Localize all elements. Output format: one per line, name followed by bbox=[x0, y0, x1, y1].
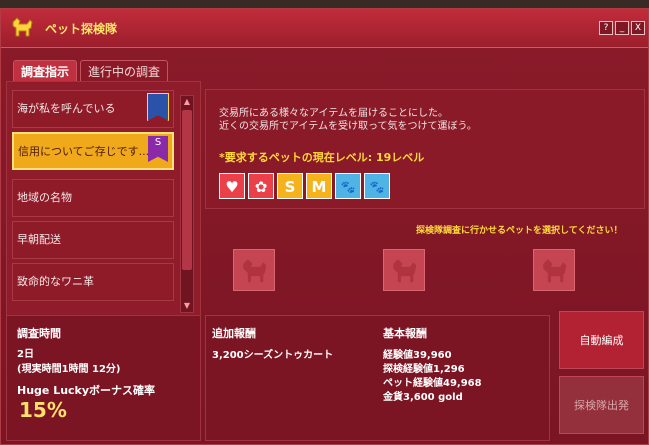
survey-real-time: (現実時間1時間 12分) bbox=[17, 364, 121, 375]
mission-item-selected[interactable]: 信用についてご存じです... S bbox=[12, 132, 174, 170]
bonus-value: 15% bbox=[19, 398, 67, 422]
mission-label: 海が私を呼んでいる bbox=[17, 102, 116, 115]
description-line: 交易所にある様々なアイテムを届けることにした。 bbox=[219, 108, 448, 119]
scroll-thumb[interactable] bbox=[182, 110, 192, 270]
size-m-icon: M bbox=[306, 173, 332, 199]
survey-days: 2日 bbox=[17, 349, 34, 360]
pet-expedition-window: ペット探検隊 ? _ X 調査指示 進行中の調査 海が私を呼んでいる 信用につい… bbox=[0, 8, 649, 445]
required-level: *要求するペットの現在レベル: 19レベル bbox=[219, 151, 425, 164]
reward-exp: 経験値39,960 bbox=[383, 350, 452, 361]
extra-reward-item: 3,200シーズントゥカート bbox=[212, 350, 334, 361]
mission-item[interactable]: 致命的なワニ革 bbox=[12, 263, 174, 301]
reward-gold: 金貨3,600 gold bbox=[383, 392, 463, 403]
auto-assign-button[interactable]: 自動編成 bbox=[559, 311, 644, 369]
tab-instructions[interactable]: 調査指示 bbox=[13, 60, 77, 82]
mission-item[interactable]: 早朝配送 bbox=[12, 221, 174, 259]
mission-item[interactable]: 海が私を呼んでいる bbox=[12, 90, 174, 128]
mission-label: 致命的なワニ革 bbox=[17, 275, 94, 288]
reward-pet-exp: ペット経験値49,968 bbox=[383, 378, 482, 389]
window-title: ペット探検隊 bbox=[45, 22, 118, 36]
mission-scrollbar[interactable]: ▲ ▼ bbox=[180, 95, 194, 313]
bonus-label: Huge Luckyボーナス確率 bbox=[17, 384, 156, 397]
dog-icon bbox=[12, 17, 33, 37]
minimize-button[interactable]: _ bbox=[615, 21, 629, 35]
dog-silhouette-icon bbox=[543, 259, 567, 283]
select-pet-message: 探検隊調査に行かせるペットを選択してください！ bbox=[416, 226, 623, 236]
scroll-up-icon[interactable]: ▲ bbox=[181, 96, 193, 108]
tab-in-progress[interactable]: 進行中の調査 bbox=[80, 60, 168, 82]
pet-slot[interactable] bbox=[533, 249, 575, 291]
base-reward-heading: 基本報酬 bbox=[383, 327, 427, 340]
scroll-down-icon[interactable]: ▼ bbox=[181, 300, 193, 312]
depart-button[interactable]: 探検隊出発 bbox=[559, 376, 644, 434]
size-s-icon: S bbox=[277, 173, 303, 199]
dog-silhouette-icon bbox=[243, 259, 267, 283]
heart-icon: ♥ bbox=[219, 173, 245, 199]
mission-label: 地域の名物 bbox=[17, 191, 72, 204]
close-button[interactable]: X bbox=[631, 21, 645, 35]
mission-item[interactable]: 地域の名物 bbox=[12, 179, 174, 217]
paw-icon: 🐾 bbox=[335, 173, 361, 199]
mission-description: 交易所にある様々なアイテムを届けることにした。 近くの交易所でアイテムを受け取っ… bbox=[219, 107, 477, 133]
mission-label: 早朝配送 bbox=[17, 233, 61, 246]
mission-label: 信用についてご存じです... bbox=[18, 145, 150, 158]
description-line: 近くの交易所でアイテムを受け取って気をつけて運ぼう。 bbox=[219, 121, 477, 132]
title-bar[interactable]: ペット探検隊 ? _ X bbox=[1, 9, 648, 48]
survey-time-heading: 調査時間 bbox=[17, 327, 61, 340]
s-ribbon-icon: S bbox=[148, 136, 168, 162]
dog-silhouette-icon bbox=[393, 259, 417, 283]
help-button[interactable]: ? bbox=[599, 21, 613, 35]
gear-icon: ✿ bbox=[248, 173, 274, 199]
reward-panel bbox=[205, 315, 550, 441]
pet-slot[interactable] bbox=[383, 249, 425, 291]
paw-icon: 🐾 bbox=[364, 173, 390, 199]
reward-expedition-exp: 探検経験値1,296 bbox=[383, 364, 465, 375]
extra-reward-heading: 追加報酬 bbox=[212, 327, 256, 340]
pet-slot[interactable] bbox=[233, 249, 275, 291]
blue-ribbon-icon bbox=[147, 93, 169, 121]
